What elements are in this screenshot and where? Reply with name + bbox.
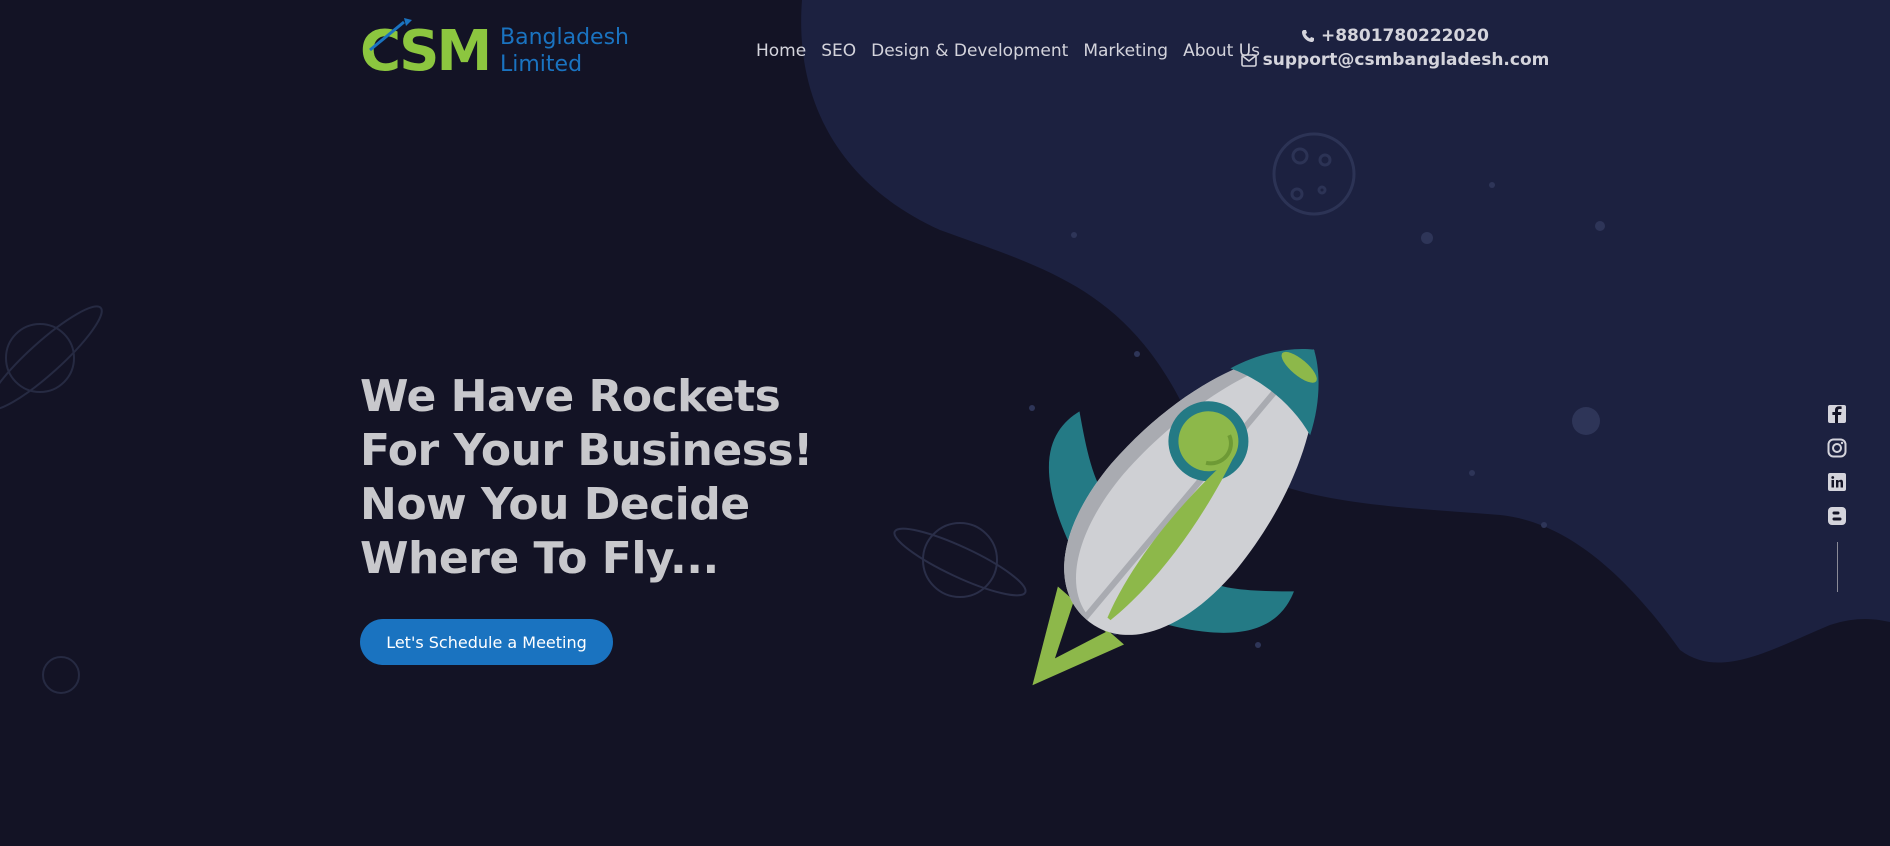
company-name: Bangladesh Limited	[500, 24, 629, 78]
phone-number: +8801780222020	[1320, 26, 1490, 46]
hero-background-illustration	[0, 0, 1890, 694]
hero-headline-line: Where To Fly...	[360, 533, 719, 584]
social-links	[1826, 404, 1848, 592]
envelope-icon	[1240, 53, 1257, 67]
hero-headline-line: Now You Decide	[360, 479, 750, 530]
linkedin-icon[interactable]	[1827, 472, 1847, 492]
schedule-meeting-button[interactable]: Let's Schedule a Meeting	[360, 619, 613, 665]
logo-mark: CSM	[360, 16, 496, 86]
logo-rocket-icon	[369, 18, 412, 52]
brand-logo[interactable]: CSM Bangladesh Limited	[360, 16, 629, 86]
contact-info: +8801780222020 support@csmbangladesh.com	[1240, 24, 1549, 72]
company-name-line2: Limited	[500, 52, 583, 77]
nav-design-development[interactable]: Design & Development	[871, 41, 1068, 61]
company-name-line1: Bangladesh	[500, 25, 629, 50]
phone-icon	[1301, 29, 1315, 43]
background-wave-shape	[801, 0, 1890, 663]
main-navigation: Home SEO Design & Development Marketing …	[756, 41, 1260, 61]
hero-headline-line: For Your Business!	[360, 425, 813, 476]
email-address: support@csmbangladesh.com	[1262, 50, 1550, 70]
nav-home[interactable]: Home	[756, 41, 806, 61]
nav-marketing[interactable]: Marketing	[1083, 41, 1168, 61]
contact-phone[interactable]: +8801780222020	[1250, 24, 1540, 48]
hero-headline-line: We Have Rockets	[360, 371, 781, 422]
planet-outline-icon	[42, 656, 80, 694]
saturn-outline-icon	[893, 522, 1027, 598]
contact-email[interactable]: support@csmbangladesh.com	[1240, 48, 1549, 72]
facebook-icon[interactable]	[1827, 404, 1847, 424]
blogger-icon[interactable]	[1827, 506, 1847, 526]
nav-seo[interactable]: SEO	[821, 41, 856, 61]
social-divider-line	[1836, 542, 1838, 592]
instagram-icon[interactable]	[1827, 438, 1847, 458]
hero-headline: We Have Rockets For Your Business! Now Y…	[360, 370, 813, 586]
saturn-outline-icon	[0, 305, 103, 411]
